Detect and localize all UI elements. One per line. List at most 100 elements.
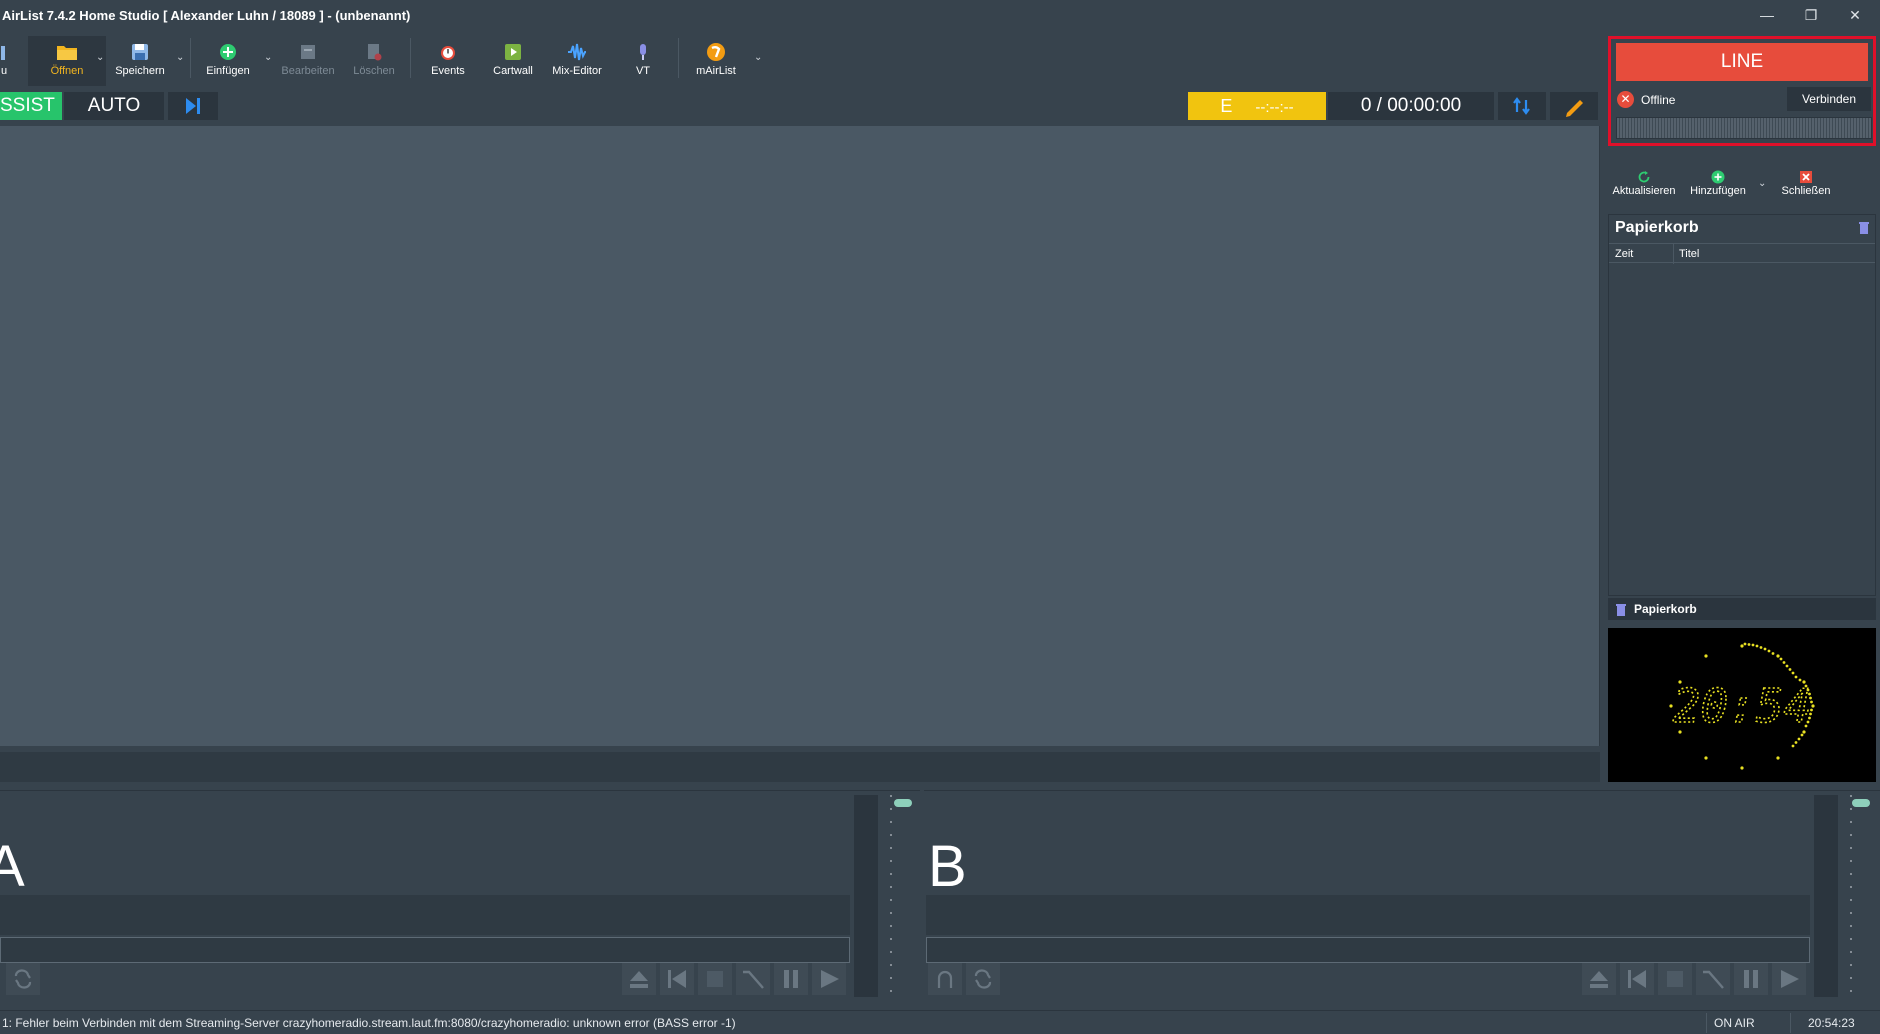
events-label: Events [431, 65, 465, 77]
delete-label: Löschen [353, 65, 395, 77]
skip-next-button[interactable] [168, 92, 218, 120]
player-b-loop-button[interactable] [966, 963, 1000, 995]
offline-error-icon: ✕ [1617, 91, 1634, 108]
player-a-stop-button[interactable] [698, 963, 732, 995]
playlist-counter: 0 / 00:00:00 [1328, 92, 1494, 120]
delete-document-icon [368, 44, 382, 61]
mix-editor-label: Mix-Editor [552, 65, 602, 77]
sort-button[interactable] [1498, 92, 1546, 120]
line-button[interactable]: LINE [1616, 43, 1868, 81]
save-button[interactable]: Speichern [112, 42, 168, 86]
trash-title: Papierkorb [1615, 219, 1699, 236]
player-a-pause-button[interactable] [774, 963, 808, 995]
add-button[interactable]: Hinzufügen [1688, 170, 1748, 197]
insert-label: Einfügen [206, 65, 250, 77]
mix-editor-button[interactable]: Mix-Editor [550, 42, 604, 86]
player-b-volume-knob[interactable] [1852, 799, 1870, 807]
level-meter [1616, 117, 1872, 139]
title-bar: AirList 7.4.2 Home Studio [ Alexander Lu… [0, 0, 1880, 30]
cartwall-label: Cartwall [493, 65, 533, 77]
player-b-fade-button[interactable] [1696, 963, 1730, 995]
column-header-time[interactable]: Zeit [1615, 248, 1633, 260]
trash-table-header: Zeit Titel [1609, 243, 1875, 264]
player-a-progress-bar[interactable] [0, 937, 850, 963]
column-header-title[interactable]: Titel [1679, 248, 1699, 260]
fade-out-icon [743, 970, 764, 989]
trash-bin-icon[interactable] [1859, 221, 1869, 234]
open-button[interactable]: Öffnen [28, 36, 106, 86]
delete-button[interactable]: Löschen [350, 42, 398, 86]
microphone-icon [640, 44, 646, 60]
add-dropdown-chevron-icon[interactable]: ⌄ [1758, 178, 1766, 189]
player-b-title-strip [926, 895, 1810, 935]
refresh-button[interactable]: Aktualisieren [1612, 170, 1676, 197]
folder-icon [57, 46, 77, 60]
events-button[interactable]: Events [424, 42, 472, 86]
skip-previous-icon [668, 970, 686, 988]
player-b-previous-button[interactable] [1620, 963, 1654, 995]
player-a-play-button[interactable] [812, 963, 846, 995]
player-a-vu-meter [854, 795, 878, 997]
play-icon [1781, 970, 1799, 988]
restore-button[interactable]: ❐ [1796, 4, 1826, 26]
open-dropdown-chevron-icon[interactable]: ⌄ [96, 52, 104, 63]
edit-playlist-button[interactable] [1550, 92, 1598, 120]
playlist-area[interactable] [0, 126, 1600, 746]
auto-mode-button[interactable]: AUTO [64, 92, 164, 120]
next-event-display: E --:--:-- [1188, 92, 1326, 120]
skip-previous-icon [1628, 970, 1646, 988]
refresh-label: Aktualisieren [1612, 185, 1676, 197]
event-time: --:--:-- [1255, 99, 1294, 116]
player-b-pause-button[interactable] [1734, 963, 1768, 995]
player-b-cue-button[interactable] [928, 963, 962, 995]
pencil-icon [1566, 100, 1583, 117]
edit-button[interactable]: Bearbeiten [280, 42, 336, 86]
led-clock-face: 20:54 [1669, 642, 1815, 770]
refresh-icon [1638, 171, 1650, 183]
player-a-fade-button[interactable] [736, 963, 770, 995]
player-a-loop-button[interactable] [6, 963, 40, 995]
player-b-volume-scale[interactable] [1844, 795, 1858, 997]
toolbar-partial-label: u [0, 65, 8, 77]
player-b-stop-button[interactable] [1658, 963, 1692, 995]
cue-icon [937, 970, 953, 988]
toolbar-partial-button[interactable]: u [0, 42, 8, 86]
close-panel-button[interactable]: Schließen [1780, 170, 1832, 197]
plus-circle-icon [220, 44, 236, 60]
open-label: Öffnen [50, 65, 84, 77]
toolbar-separator [410, 38, 411, 78]
connect-button[interactable]: Verbinden [1787, 87, 1871, 111]
trash-tab-label: Papierkorb [1634, 602, 1697, 616]
save-dropdown-chevron-icon[interactable]: ⌄ [176, 52, 184, 63]
assist-mode-button[interactable]: SSIST [0, 92, 62, 120]
close-window-button[interactable]: ✕ [1840, 4, 1870, 26]
player-b-progress-bar[interactable] [926, 937, 1810, 963]
mairlist-button[interactable]: mAirList [696, 42, 736, 86]
status-separator [1790, 1013, 1791, 1033]
loop-icon [974, 969, 992, 989]
vt-label: VT [635, 65, 651, 77]
loop-icon [14, 969, 32, 989]
player-a-volume-scale[interactable] [884, 795, 898, 997]
floppy-disk-icon [132, 44, 148, 60]
close-red-icon [1800, 171, 1812, 183]
insert-button[interactable]: Einfügen [202, 42, 254, 86]
player-b-play-button[interactable] [1772, 963, 1806, 995]
edit-document-icon [301, 45, 315, 59]
toolbar-separator [678, 38, 679, 78]
minimize-button[interactable]: — [1752, 4, 1782, 26]
mairlist-label: mAirList [696, 65, 736, 77]
cartwall-button[interactable]: Cartwall [488, 42, 538, 86]
studio-clock: 20:54 [1608, 628, 1876, 782]
status-bar: 1: Fehler beim Verbinden mit dem Streami… [0, 1010, 1880, 1034]
player-a-eject-button[interactable] [622, 963, 656, 995]
column-divider[interactable] [1673, 244, 1674, 264]
vt-button[interactable]: VT [626, 42, 660, 86]
mairlist-dropdown-chevron-icon[interactable]: ⌄ [754, 52, 762, 63]
trash-tab[interactable]: Papierkorb [1608, 598, 1876, 620]
insert-dropdown-chevron-icon[interactable]: ⌄ [264, 52, 272, 63]
player-a-volume-knob[interactable] [894, 799, 912, 807]
player-b-eject-button[interactable] [1582, 963, 1616, 995]
pause-icon [1744, 970, 1758, 988]
player-a-previous-button[interactable] [660, 963, 694, 995]
